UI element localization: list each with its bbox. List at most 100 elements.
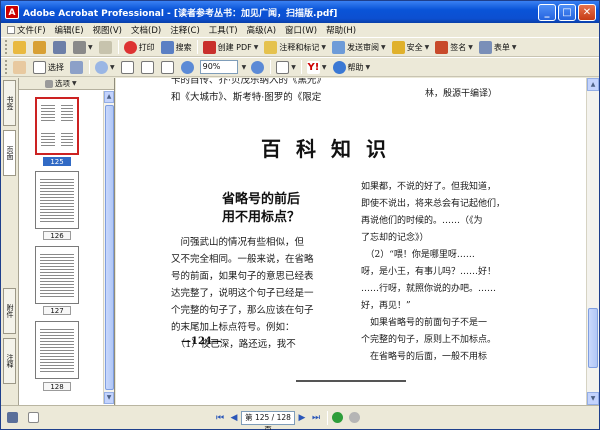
page-layout-icon[interactable] [28,412,39,423]
acrobat-window: A Adobe Acrobat Professional - [读者参考丛书：加… [0,0,600,430]
secure-button[interactable]: 安全 ▼ [391,39,431,55]
toolbar-grip[interactable] [5,40,8,54]
snapshot-button[interactable] [69,59,85,75]
last-page-button[interactable]: ⏭ [309,411,323,425]
toolbar-grip[interactable] [5,60,8,74]
search-button[interactable]: 搜索 [160,39,193,55]
scroll-down-icon[interactable]: ▼ [104,392,114,404]
scan-mark [296,380,406,382]
printer-icon [73,40,86,54]
menu-view[interactable]: 视图(V) [93,24,122,36]
top-right-text: 林，殷源干编译） [424,89,497,99]
menu-document[interactable]: 文档(D) [131,24,161,36]
menu-window[interactable]: 窗口(W) [285,24,317,36]
select-tool-button[interactable]: 选择 [32,59,65,75]
camera-icon [70,60,83,74]
document-page[interactable]: 卡的自传、乔·贝茂乐纳入的《黑光》 和《大城市》、斯考特·图罗的《限定 林，殷源… [116,78,586,405]
help-button[interactable]: 帮助 ▼ [332,59,372,75]
minus-icon [180,60,194,74]
email-button[interactable] [98,39,114,55]
toolbar-separator [196,40,198,54]
rotate-button[interactable]: ▼ [275,59,297,75]
previous-view-icon[interactable] [332,412,343,423]
trash-icon[interactable] [45,79,53,88]
scroll-up-icon[interactable]: ▲ [104,91,114,103]
magnifier-icon [95,60,108,74]
send-review-button[interactable]: 发送审阅 ▼ [331,39,387,55]
hand-tool-button[interactable] [12,59,28,75]
zoom-out-button[interactable] [180,59,196,75]
zoom-in-button[interactable] [250,59,266,75]
thumbnail-label[interactable]: 127 [43,306,71,315]
menu-advanced[interactable]: 高级(A) [247,24,276,36]
print-toolbar-button[interactable]: ▼ [72,39,94,55]
tab-attachments[interactable]: 附件 [3,288,16,334]
previous-page-button[interactable]: ◀ [227,411,241,425]
yahoo-button[interactable]: Y! ▼ [306,59,328,75]
menu-tools[interactable]: 工具(T) [209,24,238,36]
minimize-button[interactable]: _ [538,3,556,21]
chevron-down-icon[interactable]: ▼ [72,80,77,87]
scroll-down-icon[interactable]: ▼ [587,392,599,405]
open-button[interactable] [12,39,28,55]
pen-icon [435,40,449,54]
menu-comments[interactable]: 注释(C) [170,24,200,36]
next-page-button[interactable]: ▶ [295,411,309,425]
page-number-field[interactable]: 第 125 / 128 页 [241,410,295,430]
folder-icon [13,40,26,54]
pdf-icon [202,40,216,54]
save-button[interactable] [52,39,68,55]
thumbnail-label[interactable]: 128 [43,382,71,391]
tab-bookmarks[interactable]: 书签 [3,80,16,126]
page-thumbnail[interactable] [35,321,79,379]
chevron-down-icon[interactable]: ▼ [242,64,247,71]
print-button[interactable]: 打印 [123,39,156,55]
help-icon [332,60,346,74]
forms-button[interactable]: 表单 ▼ [478,39,518,55]
menu-file[interactable]: 文件(F) [7,24,46,36]
fit-page-button[interactable] [140,59,156,75]
chevron-down-icon: ▼ [291,63,296,71]
create-pdf-button[interactable]: 创建 PDF ▼ [202,39,260,55]
panel-toggle-icon[interactable] [7,412,18,423]
organizer-button[interactable] [32,39,48,55]
page-icon [120,60,134,74]
status-bar: ⏮ ◀ 第 125 / 128 页 ▶ ⏭ [1,405,599,430]
right-column-text: 如果都，不说的好了。但我知道， 即使不说出，将来总会有记起他们， 再说他们的时候… [361,182,506,362]
chevron-down-icon: ▼ [511,43,517,51]
zoom-input[interactable]: 90% [199,60,238,74]
thumbnail-scrollbar[interactable]: ▲ ▼ [103,91,114,404]
menu-bar: 文件(F) 编辑(E) 视图(V) 文档(D) 注释(C) 工具(T) 高级(A… [1,23,599,37]
thumbnail-label[interactable]: 125 [43,157,71,166]
organizer-icon [33,40,46,54]
page-thumbnail[interactable] [35,171,79,229]
binoculars-icon [160,40,174,54]
thumbnail-label[interactable]: 126 [43,231,71,240]
next-view-icon[interactable] [349,412,360,423]
zoom-tool-button[interactable]: ▼ [94,59,116,75]
menu-edit[interactable]: 编辑(E) [55,24,84,36]
menu-help[interactable]: 帮助(H) [326,24,356,36]
toolbar-separator [300,60,302,74]
page-thumbnail[interactable] [35,97,79,155]
first-page-button[interactable]: ⏮ [213,411,227,425]
fit-width-button[interactable] [160,59,176,75]
tab-pages[interactable]: 页面 [3,130,16,176]
scroll-up-icon[interactable]: ▲ [587,78,599,91]
options-menu[interactable]: 选项 [55,78,70,89]
doc-icon [7,26,15,34]
close-button[interactable]: ✕ [578,3,596,21]
sign-button[interactable]: 签名 ▼ [434,39,474,55]
scroll-thumb[interactable] [105,105,114,390]
chevron-down-icon: ▼ [321,63,327,71]
document-scrollbar[interactable]: ▲ ▼ [586,78,599,405]
chevron-down-icon: ▼ [381,43,386,51]
page-thumbnail[interactable] [35,246,79,304]
tab-comments[interactable]: 注释 [3,338,16,384]
review-comment-button[interactable]: 注释和标记 ▼ [263,39,327,55]
lock-icon [391,40,405,54]
maximize-button[interactable]: □ [558,3,576,21]
actual-size-button[interactable] [120,59,136,75]
section-title: 百科知识 [261,137,401,161]
scroll-thumb[interactable] [588,308,598,368]
